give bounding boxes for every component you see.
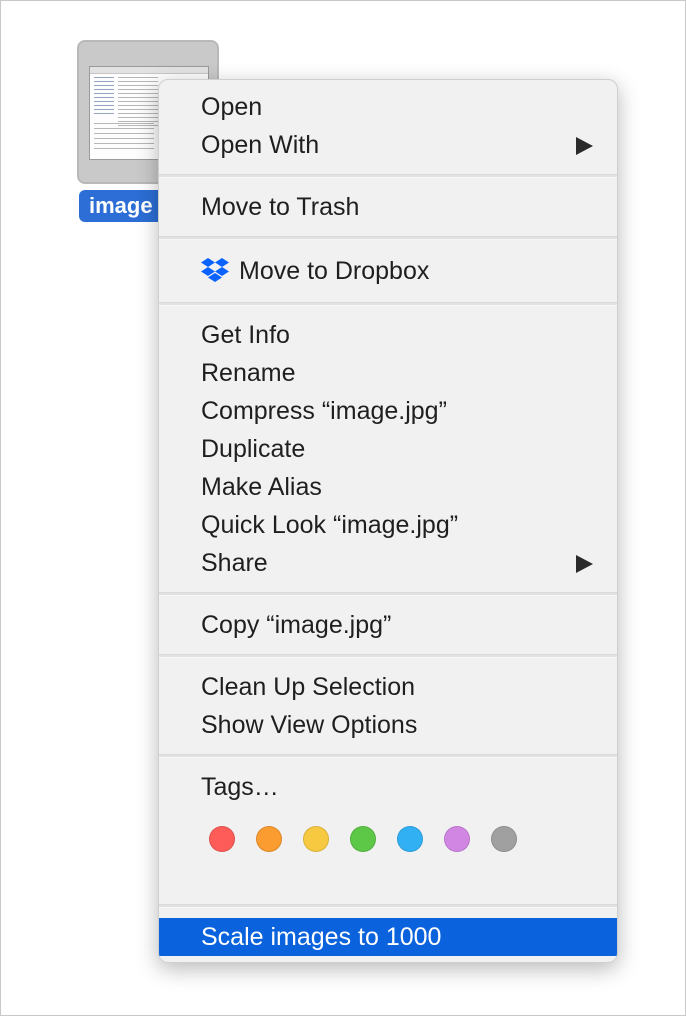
menu-item-label: Share xyxy=(201,549,268,577)
menu-item-label: Scale images to 1000 xyxy=(201,923,442,951)
tag-color-dot[interactable] xyxy=(444,826,470,852)
menu-item-label: Tags… xyxy=(201,773,279,801)
menu-item-make-alias[interactable]: Make Alias xyxy=(159,468,617,506)
tag-color-dot[interactable] xyxy=(397,826,423,852)
tag-color-dot[interactable] xyxy=(350,826,376,852)
menu-item-label: Duplicate xyxy=(201,435,306,463)
menu-item-tags[interactable]: Tags… xyxy=(159,768,617,806)
menu-item-label: Open xyxy=(201,93,263,121)
thumbnail-text xyxy=(94,123,154,153)
menu-item-get-info[interactable]: Get Info xyxy=(159,316,617,354)
submenu-arrow-icon xyxy=(576,137,593,155)
menu-item-label: Make Alias xyxy=(201,473,322,501)
tag-color-dot[interactable] xyxy=(491,826,517,852)
menu-item-label: Compress “image.jpg” xyxy=(201,397,447,425)
thumbnail-list xyxy=(118,77,158,127)
menu-item-move-to-dropbox[interactable]: Move to Dropbox xyxy=(159,252,617,290)
menu-item-duplicate[interactable]: Duplicate xyxy=(159,430,617,468)
menu-separator xyxy=(159,592,617,596)
tag-color-dot[interactable] xyxy=(303,826,329,852)
menu-item-share[interactable]: Share xyxy=(159,544,617,582)
menu-item-label: Move to Dropbox xyxy=(239,257,430,285)
thumbnail-titlebar xyxy=(90,67,208,74)
menu-item-compress[interactable]: Compress “image.jpg” xyxy=(159,392,617,430)
menu-item-label: Quick Look “image.jpg” xyxy=(201,511,459,539)
menu-item-label: Get Info xyxy=(201,321,290,349)
menu-item-label: Clean Up Selection xyxy=(201,673,416,701)
context-menu: Open Open With Move to Trash Move to Dro… xyxy=(158,79,618,963)
menu-separator xyxy=(159,654,617,658)
menu-item-quick-look[interactable]: Quick Look “image.jpg” xyxy=(159,506,617,544)
menu-item-label: Open With xyxy=(201,131,320,159)
menu-item-copy[interactable]: Copy “image.jpg” xyxy=(159,606,617,644)
menu-item-open-with[interactable]: Open With xyxy=(159,126,617,164)
tag-color-dot[interactable] xyxy=(256,826,282,852)
menu-item-rename[interactable]: Rename xyxy=(159,354,617,392)
menu-item-scale-images[interactable]: Scale images to 1000 xyxy=(159,918,617,956)
menu-separator xyxy=(159,904,617,908)
menu-separator xyxy=(159,754,617,758)
submenu-arrow-icon xyxy=(576,555,593,573)
tag-color-dot[interactable] xyxy=(209,826,235,852)
menu-item-label: Rename xyxy=(201,359,296,387)
menu-separator xyxy=(159,302,617,306)
menu-item-show-view-options[interactable]: Show View Options xyxy=(159,706,617,744)
menu-item-label: Copy “image.jpg” xyxy=(201,611,392,639)
menu-separator xyxy=(159,236,617,240)
menu-item-open[interactable]: Open xyxy=(159,88,617,126)
menu-item-clean-up-selection[interactable]: Clean Up Selection xyxy=(159,668,617,706)
menu-item-move-to-trash[interactable]: Move to Trash xyxy=(159,188,617,226)
thumbnail-sidebar xyxy=(94,77,114,117)
menu-item-label: Move to Trash xyxy=(201,193,360,221)
menu-separator xyxy=(159,174,617,178)
menu-item-label: Show View Options xyxy=(201,711,418,739)
dropbox-icon xyxy=(201,258,229,282)
